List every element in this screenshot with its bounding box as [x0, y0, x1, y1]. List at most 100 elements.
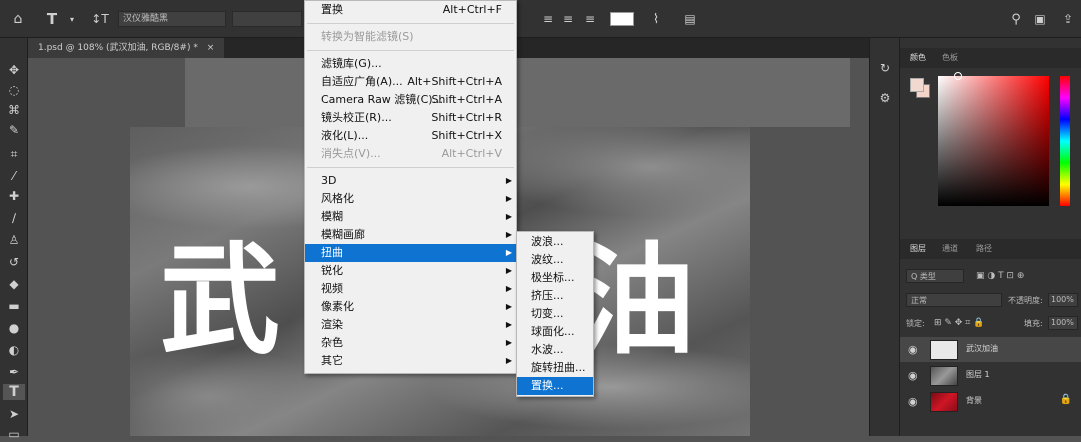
- path-select-tool-icon[interactable]: ➤: [3, 406, 25, 422]
- home-icon[interactable]: ⌂: [8, 9, 28, 29]
- eraser-tool-icon[interactable]: ◆: [3, 276, 25, 292]
- filter-menu-item[interactable]: 滤镜库(G)...: [305, 55, 516, 73]
- font-family-select[interactable]: 汉仪雅酷黑: [118, 11, 226, 27]
- tab-layers[interactable]: 图层: [910, 239, 926, 259]
- menu-item-label: 自适应广角(A)...: [321, 75, 403, 88]
- filter-menu-item[interactable]: 模糊 ▶: [305, 208, 516, 226]
- quick-select-tool-icon[interactable]: ✎: [3, 122, 25, 138]
- close-tab-icon[interactable]: ×: [207, 43, 215, 53]
- distort-menu-item[interactable]: 挤压...: [517, 287, 593, 305]
- text-orientation-icon[interactable]: ↕T: [90, 9, 110, 29]
- fill-field[interactable]: 100%: [1048, 316, 1078, 330]
- layer-row[interactable]: ◉ 图层 1: [900, 363, 1081, 388]
- healing-brush-tool-icon[interactable]: ✚: [3, 188, 25, 204]
- lock-icons[interactable]: ⊞ ✎ ✥ ⌗ 🔒: [934, 318, 984, 328]
- tab-swatches[interactable]: 色板: [942, 48, 958, 68]
- distort-menu-item[interactable]: 球面化...: [517, 323, 593, 341]
- share-icon[interactable]: ⇪: [1058, 9, 1078, 29]
- move-tool-icon[interactable]: ✥: [3, 62, 25, 78]
- filter-menu-item[interactable]: Camera Raw 滤镜(C)... Shift+Ctrl+A: [305, 91, 516, 109]
- warp-text-icon[interactable]: ⌇: [646, 9, 666, 29]
- menu-item-label: 像素化: [321, 300, 354, 313]
- gradient-tool-icon[interactable]: ▬: [3, 298, 25, 314]
- marquee-tool-icon[interactable]: ◌: [3, 82, 25, 98]
- filter-menu-item[interactable]: 像素化 ▶: [305, 298, 516, 316]
- properties-panel-icon[interactable]: ⚙: [874, 90, 896, 106]
- opacity-value: 100%: [1051, 295, 1074, 304]
- blur-tool-icon[interactable]: ●: [3, 320, 25, 336]
- menu-item-label: 锐化: [321, 264, 343, 277]
- filter-menu-item[interactable]: 渲染 ▶: [305, 316, 516, 334]
- search-icon[interactable]: ⚲: [1006, 9, 1026, 29]
- menu-item-label: 置换: [321, 3, 343, 16]
- layer-row[interactable]: ◉ 武汉加油: [900, 337, 1081, 362]
- filter-menu-item[interactable]: 锐化 ▶: [305, 262, 516, 280]
- submenu-arrow-icon: ▶: [505, 248, 512, 257]
- pen-tool-icon[interactable]: ✒: [3, 364, 25, 380]
- workspace-icon[interactable]: ▣: [1030, 9, 1050, 29]
- document-tab-label: 1.psd @ 108% (武汉加油, RGB/8#) *: [38, 43, 198, 53]
- align-right-icon[interactable]: ≡: [580, 9, 600, 29]
- filter-menu-item[interactable]: 模糊画廊 ▶: [305, 226, 516, 244]
- visibility-eye-icon[interactable]: ◉: [908, 369, 918, 382]
- layer-row[interactable]: ◉ 背景 🔒: [900, 389, 1081, 414]
- stamp-tool-icon[interactable]: ♙: [3, 232, 25, 248]
- visibility-eye-icon[interactable]: ◉: [908, 395, 918, 408]
- tool-preset-chevron-icon[interactable]: ▾: [62, 9, 82, 29]
- distort-menu-item[interactable]: 置换...: [517, 377, 593, 395]
- filter-menu-item[interactable]: 自适应广角(A)... Alt+Shift+Ctrl+A: [305, 73, 516, 91]
- filter-menu-item[interactable]: 视频 ▶: [305, 280, 516, 298]
- tab-channels[interactable]: 通道: [942, 239, 958, 259]
- menu-item-shortcut: Shift+Ctrl+R: [431, 111, 502, 124]
- type-tool-icon[interactable]: T: [42, 9, 62, 29]
- color-picker-cursor[interactable]: [954, 72, 962, 80]
- menu-item-label: 水波...: [531, 343, 564, 356]
- character-panel-icon[interactable]: ▤: [680, 9, 700, 29]
- history-panel-icon[interactable]: ↻: [874, 60, 896, 76]
- fg-bg-swatches[interactable]: [910, 78, 930, 98]
- lasso-tool-icon[interactable]: ⌘: [3, 102, 25, 118]
- layer-filter-icons[interactable]: ▣ ◑ T ⊡ ⊕: [976, 271, 1024, 281]
- hue-slider[interactable]: [1060, 76, 1070, 206]
- filter-menu-item[interactable]: 3D ▶: [305, 172, 516, 190]
- distort-menu-item[interactable]: 水波...: [517, 341, 593, 359]
- filter-menu-item[interactable]: 镜头校正(R)... Shift+Ctrl+R: [305, 109, 516, 127]
- menu-item-label: 球面化...: [531, 325, 575, 338]
- distort-menu-item[interactable]: 极坐标...: [517, 269, 593, 287]
- eyedropper-tool-icon[interactable]: ⁄: [3, 168, 25, 184]
- filter-menu-item[interactable]: 扭曲 ▶: [305, 244, 516, 262]
- menu-item-label: 其它: [321, 354, 343, 367]
- text-color-swatch[interactable]: [610, 12, 634, 26]
- filter-menu-item[interactable]: 其它 ▶: [305, 352, 516, 370]
- crop-tool-icon[interactable]: ⌗: [3, 146, 25, 162]
- submenu-arrow-icon: ▶: [505, 284, 512, 293]
- opacity-field[interactable]: 100%: [1048, 293, 1078, 307]
- document-tab[interactable]: 1.psd @ 108% (武汉加油, RGB/8#) * ×: [28, 38, 225, 58]
- layer-filter-select[interactable]: Q 类型: [906, 269, 964, 283]
- foreground-color-swatch[interactable]: [910, 78, 924, 92]
- filter-menu-item[interactable]: 风格化 ▶: [305, 190, 516, 208]
- filter-menu-item[interactable]: 液化(L)... Shift+Ctrl+X: [305, 127, 516, 145]
- type-tool-icon[interactable]: T: [3, 384, 25, 400]
- history-brush-tool-icon[interactable]: ↺: [3, 254, 25, 270]
- align-left-icon[interactable]: ≡: [538, 9, 558, 29]
- filter-menu-item[interactable]: 置换 Alt+Ctrl+F: [305, 1, 516, 19]
- distort-menu-item[interactable]: 波浪...: [517, 233, 593, 251]
- brush-tool-icon[interactable]: ∕: [3, 210, 25, 226]
- distort-menu-item[interactable]: 波纹...: [517, 251, 593, 269]
- font-style-select[interactable]: [232, 11, 302, 27]
- blend-mode-label: 正常: [911, 296, 927, 305]
- dodge-tool-icon[interactable]: ◐: [3, 342, 25, 358]
- tab-color[interactable]: 颜色: [910, 48, 926, 68]
- menu-item-label: 模糊: [321, 210, 343, 223]
- tab-paths[interactable]: 路径: [976, 239, 992, 259]
- align-center-icon[interactable]: ≡: [558, 9, 578, 29]
- visibility-eye-icon[interactable]: ◉: [908, 343, 918, 356]
- filter-menu-item[interactable]: 杂色 ▶: [305, 334, 516, 352]
- layer-thumbnail: [930, 366, 958, 386]
- rectangle-tool-icon[interactable]: ▭: [3, 426, 25, 442]
- distort-menu-item[interactable]: 切变...: [517, 305, 593, 323]
- blend-mode-select[interactable]: 正常: [906, 293, 1002, 307]
- distort-menu-item[interactable]: 旋转扭曲...: [517, 359, 593, 377]
- color-picker-field[interactable]: [938, 72, 1049, 206]
